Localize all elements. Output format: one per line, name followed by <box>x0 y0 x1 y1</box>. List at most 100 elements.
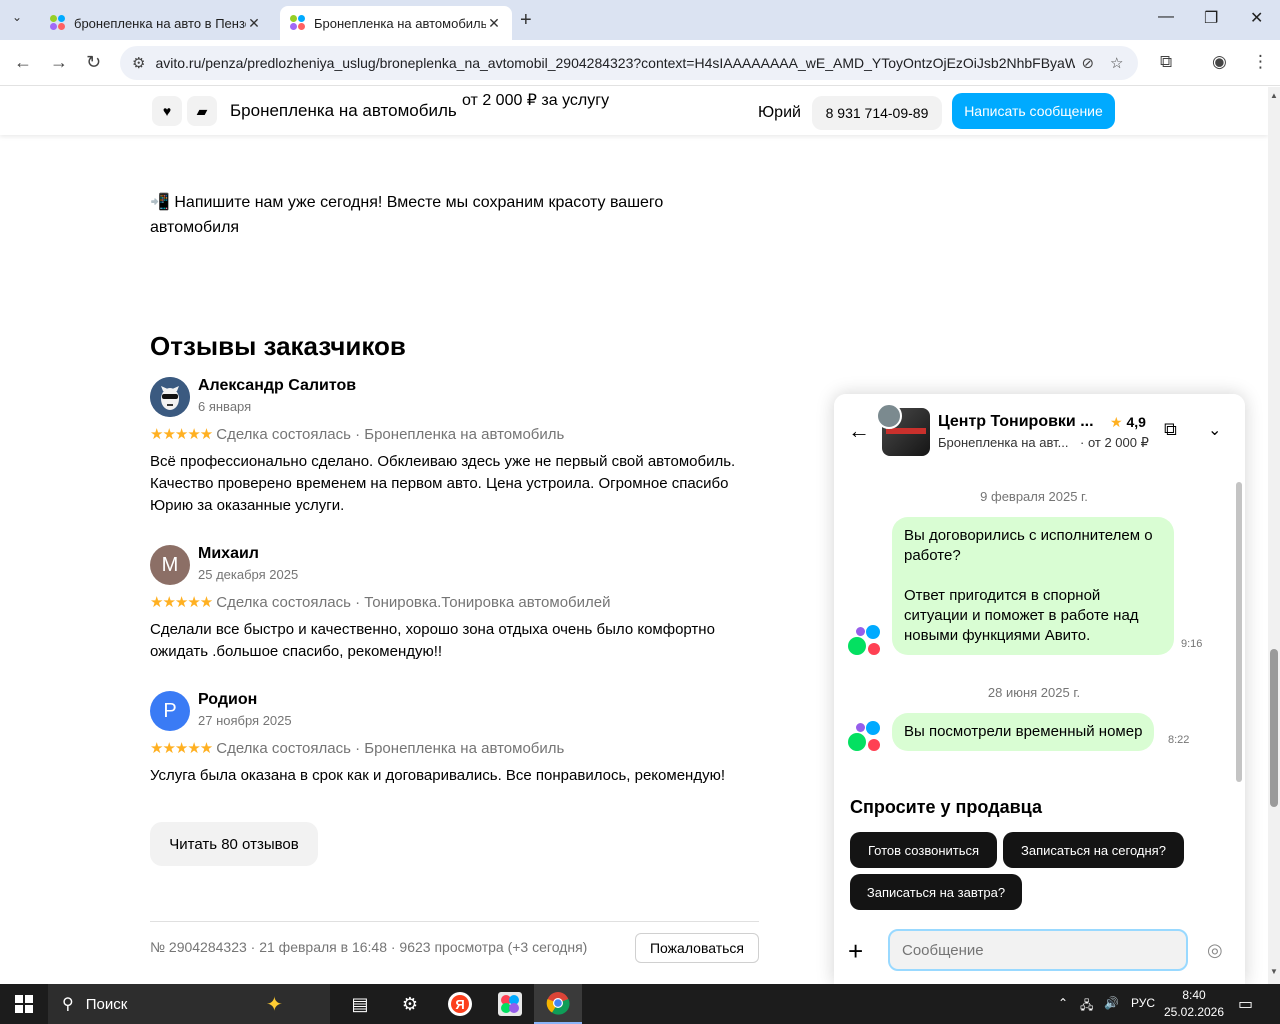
favorite-heart-icon[interactable]: ♥ <box>152 96 182 126</box>
close-window-icon[interactable]: ✕ <box>1250 8 1263 28</box>
review-deal-info: Сделка состоялась · Тонировка.Тонировка … <box>216 594 611 611</box>
review-meta: ★★★★★ Сделка состоялась · Бронепленка на … <box>150 739 564 757</box>
avatar[interactable]: Р <box>150 691 190 731</box>
ad-info: № 2904284323 · 21 февраля в 16:48 · 9623… <box>150 939 588 955</box>
listing-title: Бронепленка на автомобиль <box>230 101 457 120</box>
phone-button[interactable]: 8 931 714-09-89 <box>812 96 942 130</box>
windows-start-icon[interactable] <box>15 995 33 1013</box>
message-input[interactable] <box>888 929 1188 971</box>
date-separator: 28 июня 2025 г. <box>987 685 1081 700</box>
review-text: Сделали все быстро и качественно, хорошо… <box>150 621 715 660</box>
avatar-mascot-icon <box>150 377 190 417</box>
task-view-icon[interactable]: ▤ <box>336 984 384 1024</box>
restore-icon[interactable]: ❐ <box>1204 8 1218 28</box>
review-date: 25 декабря 2025 <box>198 567 299 582</box>
cta-text: Напишите нам уже сегодня! Вместе мы сохр… <box>150 194 664 236</box>
review-date: 27 ноября 2025 <box>198 713 292 728</box>
scrollbar-thumb[interactable] <box>1270 649 1278 807</box>
back-arrow-icon[interactable]: ← <box>848 418 870 444</box>
quick-reply-chip[interactable]: Готов созвониться <box>850 832 997 868</box>
bookmark-star-icon[interactable]: ☆ <box>1110 54 1123 72</box>
seller-name[interactable]: Юрий <box>758 104 801 122</box>
review-author[interactable]: Михаил <box>198 545 259 563</box>
attach-plus-icon[interactable]: + <box>848 936 863 967</box>
address-bar[interactable]: ⚙ avito.ru/penza/predlozheniya_uslug/bro… <box>120 46 1138 80</box>
back-arrow-icon[interactable]: ← <box>14 52 32 73</box>
review-author[interactable]: Александр Салитов <box>198 377 356 395</box>
volume-icon[interactable]: 🔊 <box>1104 996 1119 1010</box>
message-bubble: Вы договорились с исполнителем о работе?… <box>892 517 1174 655</box>
message-bubble: Вы посмотрели временный номер <box>892 713 1155 751</box>
chrome-icon[interactable] <box>534 984 582 1024</box>
rating-stars-icon: ★★★★★ <box>150 740 213 757</box>
clock-time: 8:40 <box>1182 988 1206 1002</box>
close-tab-icon[interactable]: ✕ <box>486 15 502 32</box>
camera-icon[interactable]: ◎ <box>1207 940 1223 961</box>
forward-arrow-icon[interactable]: → <box>50 52 68 73</box>
read-all-reviews-button[interactable]: Читать 80 отзывов <box>150 822 318 866</box>
photos-app-icon[interactable] <box>486 984 534 1024</box>
review-text: Услуга была оказана в срок как и договар… <box>150 767 725 784</box>
open-external-icon[interactable]: ⧉ <box>1164 419 1177 440</box>
sticky-header: ♥ ▰ Бронепленка на автомобиль от 2 000 ₽… <box>0 87 1268 135</box>
review-deal-info: Сделка состоялась · Бронепленка на автом… <box>216 426 565 443</box>
taskbar-search-label: Поиск <box>85 995 128 1013</box>
search-icon: ⚲ <box>62 996 74 1013</box>
listing-price: от 2 000 ₽ за услугу <box>462 92 610 109</box>
sparkle-icon: ✦ <box>266 994 283 1016</box>
page-scrollbar[interactable]: ▲ ▼ <box>1268 87 1280 984</box>
new-tab-button[interactable]: + <box>520 9 532 32</box>
language-indicator[interactable]: РУС <box>1131 996 1155 1010</box>
yandex-browser-icon[interactable]: Я <box>436 984 484 1024</box>
svg-text:Я: Я <box>455 997 464 1012</box>
chat-seller-title[interactable]: Центр Тонировки ... <box>938 413 1098 431</box>
review-meta: ★★★★★ Сделка состоялась · Тонировка.Тонир… <box>150 593 610 611</box>
location-off-icon[interactable]: ⊘ <box>1081 54 1094 72</box>
tab-search-icon[interactable]: ⌄ <box>12 10 22 24</box>
star-icon: ★ <box>1110 414 1123 430</box>
minimize-icon[interactable]: — <box>1158 8 1174 26</box>
chat-messages: 9 февраля 2025 г. Вы договорились с испо… <box>834 469 1245 781</box>
close-tab-icon[interactable]: ✕ <box>246 15 262 32</box>
windows-taskbar: ⚲ Поиск ✦ ▤ ⚙ Я ⌃ 🖧 🔊 РУС 8:40 25.02.202… <box>0 984 1280 1024</box>
browser-tab-1[interactable]: бронепленка на авто в Пензе ✕ <box>40 6 272 40</box>
complain-button[interactable]: Пожаловаться <box>635 933 759 963</box>
review-author[interactable]: Родион <box>198 691 257 709</box>
network-icon[interactable]: 🖧 <box>1080 996 1093 1017</box>
write-message-button[interactable]: Написать сообщение <box>952 93 1115 129</box>
tray-chevron-up-icon[interactable]: ⌃ <box>1058 996 1068 1010</box>
avito-favicon-icon <box>290 15 306 31</box>
extensions-icon[interactable]: ⧉ <box>1160 52 1172 72</box>
scroll-down-icon[interactable]: ▼ <box>1270 967 1278 976</box>
chat-header: ← Центр Тонировки ... ★ 4,9 Бронепленка … <box>834 394 1245 469</box>
settings-gear-icon[interactable]: ⚙ <box>386 984 434 1024</box>
chat-scrollbar[interactable] <box>1236 482 1242 782</box>
avito-logo-icon <box>848 625 882 659</box>
review-deal-info: Сделка состоялась · Бронепленка на автом… <box>216 740 565 757</box>
phone-emoji-icon: 📲 <box>150 194 170 211</box>
taskbar-search[interactable]: ⚲ Поиск <box>48 984 330 1024</box>
clock[interactable]: 8:40 25.02.2026 <box>1160 987 1228 1021</box>
message-time: 9:16 <box>1181 638 1203 650</box>
browser-tab-2[interactable]: Бронепленка на автомобиль в ✕ <box>280 6 512 40</box>
chat-rating: ★ 4,9 <box>1110 414 1146 430</box>
review-date: 6 января <box>198 399 252 414</box>
profile-icon[interactable]: ◉ <box>1212 52 1227 72</box>
description-cta: 📲 Напишите нам уже сегодня! Вместе мы со… <box>150 190 710 240</box>
avatar[interactable] <box>150 377 190 417</box>
scroll-up-icon[interactable]: ▲ <box>1270 91 1278 100</box>
site-info-icon[interactable]: ⚙ <box>132 54 145 72</box>
chat-widget: ← Центр Тонировки ... ★ 4,9 Бронепленка … <box>834 394 1245 984</box>
quick-reply-chip[interactable]: Записаться на сегодня? <box>1003 832 1184 868</box>
avatar[interactable]: М <box>150 545 190 585</box>
notifications-icon[interactable]: ▭ <box>1238 994 1253 1014</box>
note-icon[interactable]: ▰ <box>187 96 217 126</box>
chevron-down-icon[interactable]: ⌄ <box>1208 420 1221 440</box>
quick-reply-chip[interactable]: Записаться на завтра? <box>850 874 1022 910</box>
url-text: avito.ru/penza/predlozheniya_uslug/brone… <box>155 55 1076 71</box>
rating-stars-icon: ★★★★★ <box>150 426 213 443</box>
menu-dots-icon[interactable]: ⋮ <box>1252 52 1269 72</box>
tab-title: Бронепленка на автомобиль в <box>314 15 486 31</box>
reviews-heading: Отзывы заказчиков <box>150 331 406 361</box>
reload-icon[interactable]: ↻ <box>86 52 101 73</box>
